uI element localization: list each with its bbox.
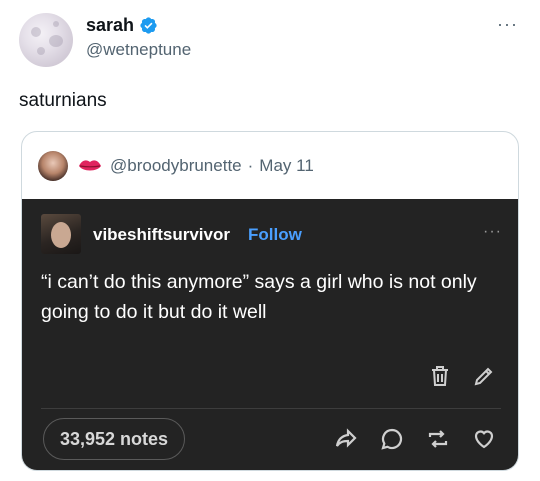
tumblr-follow-button: Follow <box>248 225 302 244</box>
tumblr-username: vibeshiftsurvivor <box>93 225 230 244</box>
like-icon <box>474 430 494 449</box>
trash-icon <box>432 366 448 386</box>
tumblr-screenshot: vibeshiftsurvivor Follow ··· “i can’t do… <box>22 199 518 470</box>
more-options-icon[interactable]: ··· <box>497 14 518 35</box>
verified-badge-icon <box>140 17 157 34</box>
edit-icon <box>474 367 493 386</box>
reblog-icon <box>428 430 448 448</box>
quoted-author-handle[interactable]: @broodybrunette <box>110 156 242 176</box>
quoted-date[interactable]: May 11 <box>259 156 314 176</box>
quoted-tweet[interactable]: @broodybrunette · May 11 vibeshiftsurviv… <box>21 131 519 471</box>
author-avatar[interactable] <box>19 13 73 67</box>
quoted-tweet-header: @broodybrunette · May 11 <box>22 132 518 199</box>
tumblr-notes-count: 33,952 notes <box>43 418 186 460</box>
share-icon <box>335 428 357 448</box>
tumblr-post-text: “i can’t do this anymore” says a girl wh… <box>41 271 477 323</box>
separator-dot: · <box>247 155 254 175</box>
quoted-author-avatar[interactable] <box>38 150 68 181</box>
author-handle[interactable]: @wetneptune <box>86 40 191 60</box>
tumblr-divider <box>41 408 501 409</box>
author-block: sarah @wetneptune <box>86 15 191 60</box>
tumblr-post-tools <box>428 364 496 388</box>
lips-emoji-icon <box>79 159 101 170</box>
tumblr-post-actions <box>334 427 496 451</box>
reply-icon <box>381 428 403 450</box>
author-name[interactable]: sarah <box>86 15 134 36</box>
tumblr-avatar <box>41 214 81 254</box>
tumblr-more-icon: ··· <box>483 223 502 240</box>
tweet-text: saturnians <box>19 90 107 111</box>
